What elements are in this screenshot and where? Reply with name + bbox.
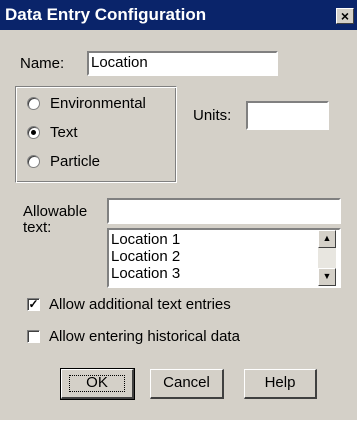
radio-particle[interactable] xyxy=(27,155,40,168)
allowable-label-line1: Allowable xyxy=(23,203,88,220)
radio-selected-dot xyxy=(31,130,36,135)
window-title: Data Entry Configuration xyxy=(5,5,207,24)
scroll-down-button[interactable]: ▼ xyxy=(318,268,336,286)
name-label: Name: xyxy=(20,55,65,72)
radio-text[interactable] xyxy=(27,126,40,139)
scroll-up-button[interactable]: ▲ xyxy=(318,230,336,248)
allow-historical-label[interactable]: Allow entering historical data xyxy=(49,328,240,345)
cancel-button-label: Cancel xyxy=(163,374,210,391)
data-entry-dialog: Data Entry Configuration × Name: Locatio… xyxy=(0,0,359,420)
allow-additional-checkbox[interactable]: ✓ xyxy=(27,298,40,311)
name-input-value: Location xyxy=(91,54,148,71)
scroll-down-icon: ▼ xyxy=(322,271,332,281)
allow-historical-checkbox[interactable] xyxy=(27,330,40,343)
help-button[interactable]: Help xyxy=(244,369,317,399)
focus-rect xyxy=(69,375,125,392)
name-input[interactable]: Location xyxy=(87,51,278,76)
allowable-text-input[interactable] xyxy=(107,198,341,224)
radio-text-label[interactable]: Text xyxy=(50,124,78,141)
units-input[interactable] xyxy=(246,101,329,130)
allowable-text-list[interactable]: Location 1 Location 2 Location 3 xyxy=(107,228,341,288)
list-scrollbar[interactable]: ▲ ▼ xyxy=(318,230,336,286)
radio-environmental-label[interactable]: Environmental xyxy=(50,95,146,112)
radio-particle-label[interactable]: Particle xyxy=(50,153,100,170)
cancel-button[interactable]: Cancel xyxy=(150,369,224,399)
list-item[interactable]: Location 1 xyxy=(111,231,180,248)
allowable-label-line2: text: xyxy=(23,219,52,236)
title-bar[interactable]: Data Entry Configuration × xyxy=(0,0,357,30)
list-item[interactable]: Location 3 xyxy=(111,265,180,282)
radio-environmental[interactable] xyxy=(27,97,40,110)
list-item[interactable]: Location 2 xyxy=(111,248,180,265)
ok-button[interactable]: OK xyxy=(60,368,135,400)
units-label: Units: xyxy=(193,107,232,124)
check-mark-icon: ✓ xyxy=(28,297,39,311)
help-button-label: Help xyxy=(264,374,296,391)
close-button[interactable]: × xyxy=(336,8,354,24)
close-icon: × xyxy=(340,8,350,24)
scroll-up-icon: ▲ xyxy=(322,233,332,243)
allow-additional-label[interactable]: Allow additional text entries xyxy=(49,296,231,313)
